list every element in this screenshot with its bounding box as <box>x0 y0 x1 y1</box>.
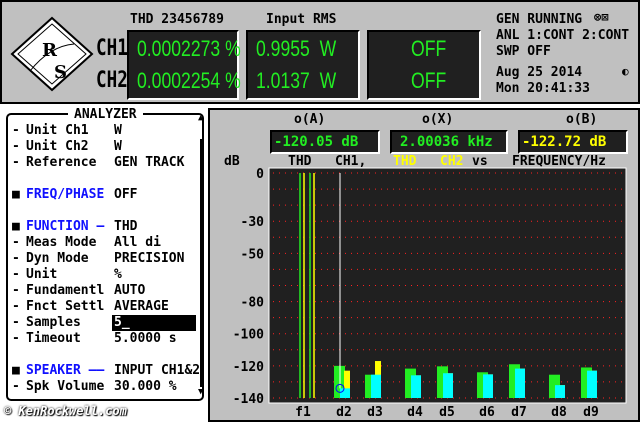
x-tick-label: d2 <box>336 405 352 420</box>
bar-ch1-cursor <box>443 373 453 398</box>
bar-ch1-cursor <box>371 374 381 398</box>
bar-ch1-cursor <box>515 368 525 398</box>
y-tick-label: -140 <box>233 392 264 407</box>
y-tick-label: -80 <box>241 296 265 311</box>
y-tick-label: -120 <box>233 360 264 375</box>
bar-ch1-cursor <box>483 374 493 398</box>
bar-ch1-cursor <box>340 388 350 398</box>
x-tick-label: f1 <box>295 405 311 420</box>
bar-ch1-cursor <box>555 385 565 398</box>
bar-ch1-cursor <box>587 370 597 398</box>
x-tick-label: d4 <box>407 405 423 420</box>
x-tick-label: d5 <box>439 405 455 420</box>
x-tick-label: d8 <box>551 405 567 420</box>
spectrum-chart: 0 -30 -50 -80 -100 -120 -140 f1 d2 d3 d4 d5 d6 d7 d8 d9 <box>233 167 627 420</box>
x-tick-label: d7 <box>511 405 527 420</box>
x-tick-label: d6 <box>479 405 495 420</box>
x-tick-label: d9 <box>583 405 599 420</box>
y-tick-label: -30 <box>241 215 265 230</box>
bar-ch1-cursor <box>411 375 421 398</box>
y-tick-label: 0 <box>256 167 264 182</box>
x-tick-label: d3 <box>367 405 383 420</box>
y-tick-label: -50 <box>241 247 265 262</box>
y-tick-label: -100 <box>233 328 264 343</box>
